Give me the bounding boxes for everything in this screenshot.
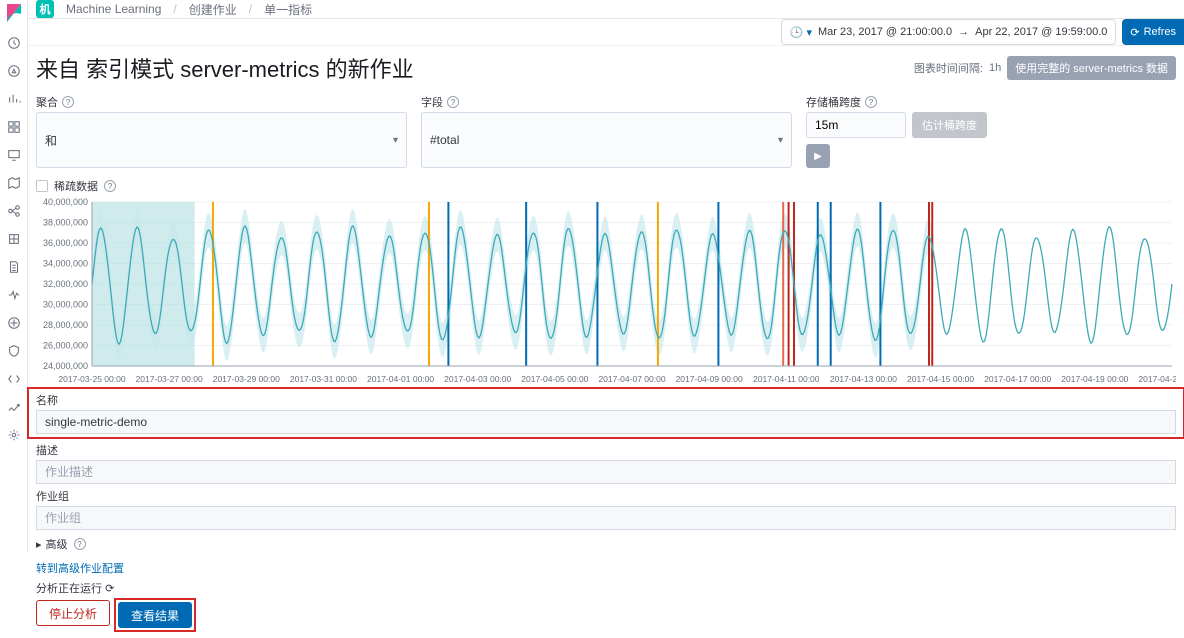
advanced-link-section: 转到高级作业配置 <box>28 552 1184 576</box>
monitoring-icon[interactable] <box>7 400 21 414</box>
job-group-input[interactable] <box>36 506 1176 530</box>
app-badge: 机 <box>36 0 54 18</box>
field-select[interactable]: #total ▾ <box>421 112 792 168</box>
svg-text:32,000,000: 32,000,000 <box>43 279 88 289</box>
refresh-icon: ⟳ <box>1130 26 1139 39</box>
refresh-button[interactable]: ⟳ Refres <box>1122 19 1184 45</box>
sparse-data-row: 稀疏数据 ? <box>28 172 1184 194</box>
ml-icon[interactable] <box>7 204 21 218</box>
svg-text:2017-04-15 00:00: 2017-04-15 00:00 <box>907 374 974 384</box>
bucket-span-input[interactable] <box>806 112 906 138</box>
config-row: 聚合? 和 ▾ 字段? #total ▾ 存储桶跨度? 估计桶跨度 <box>28 94 1184 172</box>
management-icon[interactable] <box>7 428 21 442</box>
name-section: 名称 <box>28 388 1184 438</box>
kibana-logo[interactable] <box>5 4 23 22</box>
svg-text:2017-04-11 00:00: 2017-04-11 00:00 <box>753 374 820 384</box>
canvas-icon[interactable] <box>7 148 21 162</box>
svg-text:28,000,000: 28,000,000 <box>43 320 88 330</box>
svg-text:40,000,000: 40,000,000 <box>43 198 88 207</box>
calendar-icon: 🕒 ▾ <box>790 26 812 39</box>
svg-text:2017-03-29 00:00: 2017-03-29 00:00 <box>213 374 280 384</box>
spinner-icon: ⟳ <box>105 583 114 595</box>
job-desc-input[interactable] <box>36 460 1176 484</box>
agg-select[interactable]: 和 ▾ <box>36 112 407 168</box>
svg-text:2017-03-27 00:00: 2017-03-27 00:00 <box>136 374 203 384</box>
discover-icon[interactable] <box>7 64 21 78</box>
group-section: 作业组 <box>28 484 1184 530</box>
name-label: 名称 <box>36 392 1176 408</box>
time-start: Mar 23, 2017 @ 21:00:00.0 <box>818 26 952 38</box>
field-label: 字段? <box>421 94 792 110</box>
nav-sidebar <box>0 0 28 552</box>
chart-interval-label: 图表时间间隔: <box>914 60 983 76</box>
chart-interval-value: 1h <box>989 62 1001 74</box>
arrow-icon: → <box>958 26 969 38</box>
svg-text:2017-03-25 00:00: 2017-03-25 00:00 <box>58 374 125 384</box>
svg-text:2017-03-31 00:00: 2017-03-31 00:00 <box>290 374 357 384</box>
dashboard-icon[interactable] <box>7 120 21 134</box>
chart-area: 40,000,000 38,000,000 36,000,000 34,000,000… <box>28 194 1184 388</box>
goto-advanced-link[interactable]: 转到高级作业配置 <box>36 563 124 575</box>
crumb-single-metric: 单一指标 <box>264 1 312 18</box>
chevron-down-icon: ▾ <box>778 135 783 146</box>
help-icon[interactable]: ? <box>104 180 116 192</box>
time-range-picker[interactable]: 🕒 ▾ Mar 23, 2017 @ 21:00:00.0 → Apr 22, … <box>781 19 1117 45</box>
action-buttons: 停止分析 查看结果 <box>28 596 1184 638</box>
apm-icon[interactable] <box>7 288 21 302</box>
svg-text:34,000,000: 34,000,000 <box>43 259 88 269</box>
crumb-create-job[interactable]: 创建作业 <box>189 1 237 18</box>
svg-text:38,000,000: 38,000,000 <box>43 218 88 228</box>
view-results-button[interactable]: 查看结果 <box>118 602 192 628</box>
breadcrumb-bar: 机 Machine Learning / 创建作业 / 单一指标 <box>28 0 1184 19</box>
sparse-label: 稀疏数据 <box>54 178 98 194</box>
time-end: Apr 22, 2017 @ 19:59:00.0 <box>975 26 1107 38</box>
desc-section: 描述 <box>28 438 1184 484</box>
desc-label: 描述 <box>36 442 1176 458</box>
chevron-right-icon: ▸ <box>36 538 42 551</box>
sparse-checkbox[interactable] <box>36 180 48 192</box>
svg-text:2017-04-13 00:00: 2017-04-13 00:00 <box>830 374 897 384</box>
metric-chart[interactable]: 40,000,000 38,000,000 36,000,000 34,000,000… <box>36 198 1176 388</box>
svg-text:2017-04-05 00:00: 2017-04-05 00:00 <box>521 374 588 384</box>
chevron-down-icon: ▾ <box>393 135 398 146</box>
svg-text:30,000,000: 30,000,000 <box>43 300 88 310</box>
agg-label: 聚合? <box>36 94 407 110</box>
svg-text:2017-04-07 00:00: 2017-04-07 00:00 <box>598 374 665 384</box>
dev-tools-icon[interactable] <box>7 372 21 386</box>
help-icon[interactable]: ? <box>74 538 86 550</box>
page-title: 来自 索引模式 server-metrics 的新作业 <box>36 52 414 84</box>
uptime-icon[interactable] <box>7 316 21 330</box>
page-header: 来自 索引模式 server-metrics 的新作业 图表时间间隔: 1h 使… <box>28 46 1184 94</box>
svg-text:2017-04-21 00:00: 2017-04-21 00:00 <box>1138 374 1176 384</box>
infrastructure-icon[interactable] <box>7 232 21 246</box>
advanced-collapse[interactable]: ▸ 高级 ? <box>28 530 1184 552</box>
clock-icon[interactable] <box>7 36 21 50</box>
svg-text:2017-04-17 00:00: 2017-04-17 00:00 <box>984 374 1051 384</box>
svg-text:2017-04-19 00:00: 2017-04-19 00:00 <box>1061 374 1128 384</box>
use-full-data-button[interactable]: 使用完整的 server-metrics 数据 <box>1007 56 1176 80</box>
svg-text:2017-04-09 00:00: 2017-04-09 00:00 <box>676 374 743 384</box>
svg-text:24,000,000: 24,000,000 <box>43 361 88 371</box>
group-label: 作业组 <box>36 488 1176 504</box>
maps-icon[interactable] <box>7 176 21 190</box>
svg-text:36,000,000: 36,000,000 <box>43 238 88 248</box>
bucket-label: 存储桶跨度? <box>806 94 1176 110</box>
job-name-input[interactable] <box>36 410 1176 434</box>
logs-icon[interactable] <box>7 260 21 274</box>
svg-text:26,000,000: 26,000,000 <box>43 341 88 351</box>
time-filter-bar: 🕒 ▾ Mar 23, 2017 @ 21:00:00.0 → Apr 22, … <box>28 19 1184 46</box>
siem-icon[interactable] <box>7 344 21 358</box>
status-text: 分析正在运行 ⟳ <box>28 576 1184 596</box>
svg-text:2017-04-01 00:00: 2017-04-01 00:00 <box>367 374 434 384</box>
visualize-icon[interactable] <box>7 92 21 106</box>
svg-text:2017-04-03 00:00: 2017-04-03 00:00 <box>444 374 511 384</box>
crumb-ml[interactable]: Machine Learning <box>66 2 161 16</box>
estimate-bucket-button[interactable]: 估计桶跨度 <box>912 112 987 138</box>
stop-analysis-button[interactable]: 停止分析 <box>36 600 110 626</box>
play-button[interactable]: ▶ <box>806 144 830 168</box>
